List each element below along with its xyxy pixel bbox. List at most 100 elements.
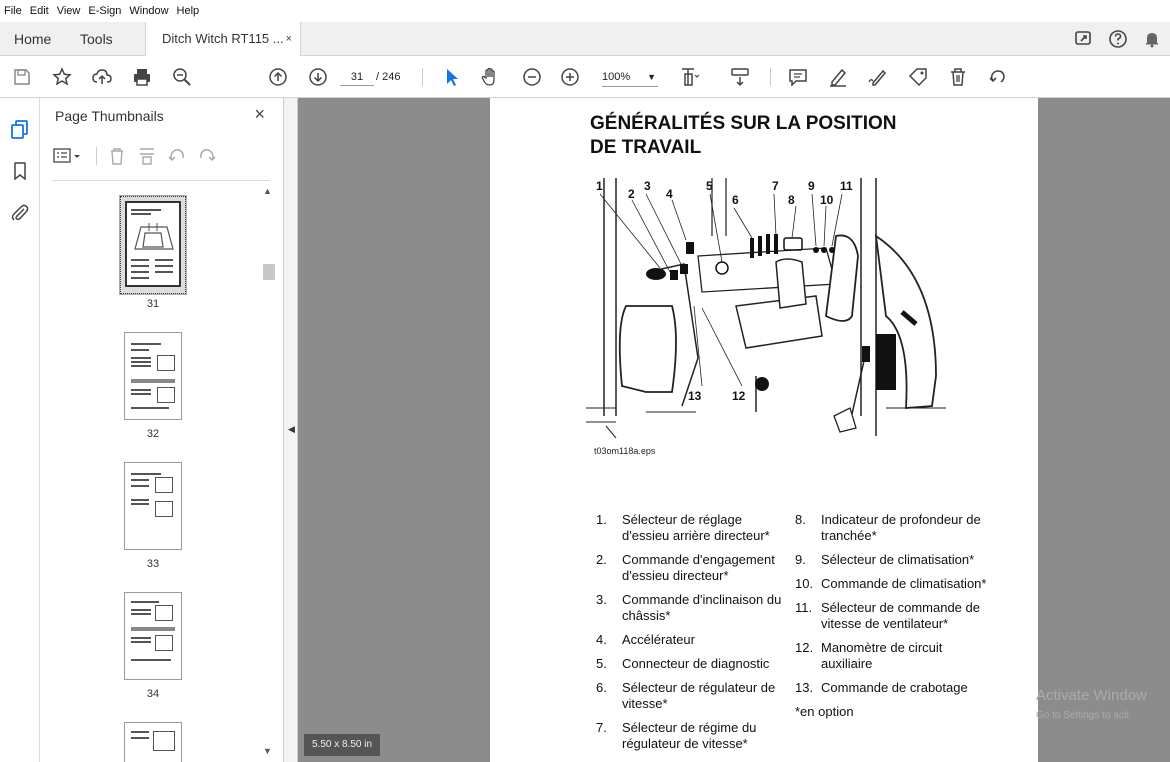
thumbnail-line [131, 601, 159, 603]
undo-button[interactable] [986, 65, 1010, 89]
cloud-upload-icon [92, 69, 112, 84]
toolbar-divider [770, 68, 771, 86]
thumbnail-page-33[interactable] [124, 462, 182, 550]
zoom-in-button[interactable] [558, 65, 582, 89]
menu-view[interactable]: View [57, 5, 81, 17]
menu-file[interactable]: File [4, 5, 22, 17]
delete-page-icon[interactable] [107, 146, 127, 166]
select-tool-button[interactable] [440, 65, 464, 89]
prev-page-button[interactable] [266, 65, 290, 89]
tab-tools[interactable]: Tools [80, 22, 113, 56]
panel-close-icon[interactable]: × [254, 104, 265, 125]
print-button[interactable] [130, 65, 154, 89]
comment-button[interactable] [786, 65, 810, 89]
menu-esign[interactable]: E-Sign [88, 5, 121, 17]
plus-circle-icon [561, 68, 579, 86]
bookmark-icon[interactable] [9, 160, 31, 182]
highlight-button[interactable] [826, 65, 850, 89]
thumbnail-line [131, 473, 161, 475]
list-item: 11. Sélecteur de commande de vitesse de v… [795, 600, 980, 631]
attachment-icon[interactable] [9, 202, 31, 224]
menu-window[interactable]: Window [129, 5, 168, 17]
scroll-up-icon[interactable]: ▲ [263, 186, 272, 196]
callout-9: 9 [808, 179, 815, 193]
thumbnail-line [131, 379, 175, 383]
save-button[interactable] [10, 65, 34, 89]
thumbnail-line [131, 365, 151, 367]
thumbnail-page-31[interactable] [119, 195, 187, 295]
callout-1: 1 [596, 179, 603, 193]
list-item: 7. Sélecteur de régime du régulateur de v… [596, 720, 757, 751]
scroll-down-icon[interactable]: ▼ [263, 746, 272, 756]
thumbnail-line [155, 271, 173, 273]
scrollbar-thumb[interactable] [263, 264, 275, 280]
comment-icon [789, 69, 807, 87]
callout-7: 7 [772, 179, 779, 193]
tab-document[interactable]: Ditch Witch RT115 ... × [145, 22, 301, 56]
thumbnail-line [131, 259, 149, 261]
help-icon[interactable] [1108, 29, 1128, 49]
thumbnail-figure [155, 477, 173, 493]
callout-4: 4 [666, 187, 673, 201]
thumbnail-page-32[interactable] [124, 332, 182, 420]
draw-button[interactable] [866, 65, 890, 89]
page-thumbnails-icon[interactable] [9, 118, 31, 140]
thumbnail-options-icon[interactable] [52, 146, 86, 166]
stamp-button[interactable] [906, 65, 930, 89]
tab-close-icon[interactable]: × [286, 22, 292, 56]
tab-document-label: Ditch Witch RT115 ... [162, 31, 284, 46]
next-page-button[interactable] [306, 65, 330, 89]
callout-13: 13 [688, 389, 702, 403]
share-screen-icon[interactable] [1074, 29, 1094, 49]
thumbnail-figure [155, 501, 173, 517]
find-button[interactable] [170, 65, 194, 89]
zoom-search-icon [173, 68, 191, 86]
zoom-dropdown[interactable]: 100% ▼ [602, 68, 658, 87]
thumbnail-line [131, 479, 149, 481]
thumbnail-line [131, 613, 151, 615]
bell-icon[interactable] [1142, 29, 1162, 49]
printer-icon [134, 69, 150, 86]
pen-highlight-icon [830, 68, 847, 87]
rotate-ccw-icon[interactable] [167, 146, 187, 166]
thumbnail-line [131, 361, 151, 363]
thumbnail-line [131, 407, 169, 409]
thumbnail-page-34[interactable] [124, 592, 182, 680]
menu-edit[interactable]: Edit [30, 5, 49, 17]
thumbnail-figure [155, 605, 173, 621]
document-viewer[interactable]: GÉNÉRALITÉS SUR LA POSITION DE TRAVAIL 1… [298, 98, 1170, 762]
menu-help[interactable]: Help [177, 5, 200, 17]
panel-title: Page Thumbnails [55, 108, 164, 124]
hand-tool-button[interactable] [478, 65, 502, 89]
callout-3: 3 [644, 179, 651, 193]
scroll-mode-button[interactable] [728, 65, 752, 89]
page-total: / 246 [376, 71, 401, 83]
thumbnail-page-35[interactable] [124, 722, 182, 762]
left-rail [0, 98, 40, 762]
panel-separator [52, 180, 270, 181]
trash-icon [951, 68, 965, 86]
thumbnail-figure [153, 731, 175, 751]
page-number-input[interactable]: 31 [340, 68, 374, 86]
main-toolbar: 31 / 246 100% ▼ [0, 56, 1170, 98]
toolbar-divider [422, 68, 423, 86]
thumbnail-preview [125, 201, 181, 287]
thumbnail-scrollbar[interactable]: ▲ ▼ [262, 186, 275, 758]
list-item: 13. Commande de crabotage [795, 680, 968, 695]
list-item: 10. Commande de climatisation* [795, 576, 987, 591]
panel-splitter[interactable]: ◀ [284, 98, 298, 762]
legend-list-left: 1. Sélecteur de réglage d'essieu arrière … [596, 512, 792, 760]
callout-12: 12 [732, 389, 746, 403]
fit-page-icon [682, 68, 700, 86]
tag-stamp-icon [908, 68, 927, 87]
thumbnail-line [131, 737, 149, 739]
insert-page-icon[interactable] [137, 146, 157, 166]
bookmark-star-button[interactable] [50, 65, 74, 89]
upload-button[interactable] [90, 65, 114, 89]
fit-page-button[interactable] [678, 65, 702, 89]
rotate-cw-icon[interactable] [197, 146, 217, 166]
collapse-panel-icon[interactable]: ◀ [288, 424, 295, 435]
tab-home[interactable]: Home [14, 22, 51, 56]
delete-button[interactable] [946, 65, 970, 89]
zoom-out-button[interactable] [520, 65, 544, 89]
